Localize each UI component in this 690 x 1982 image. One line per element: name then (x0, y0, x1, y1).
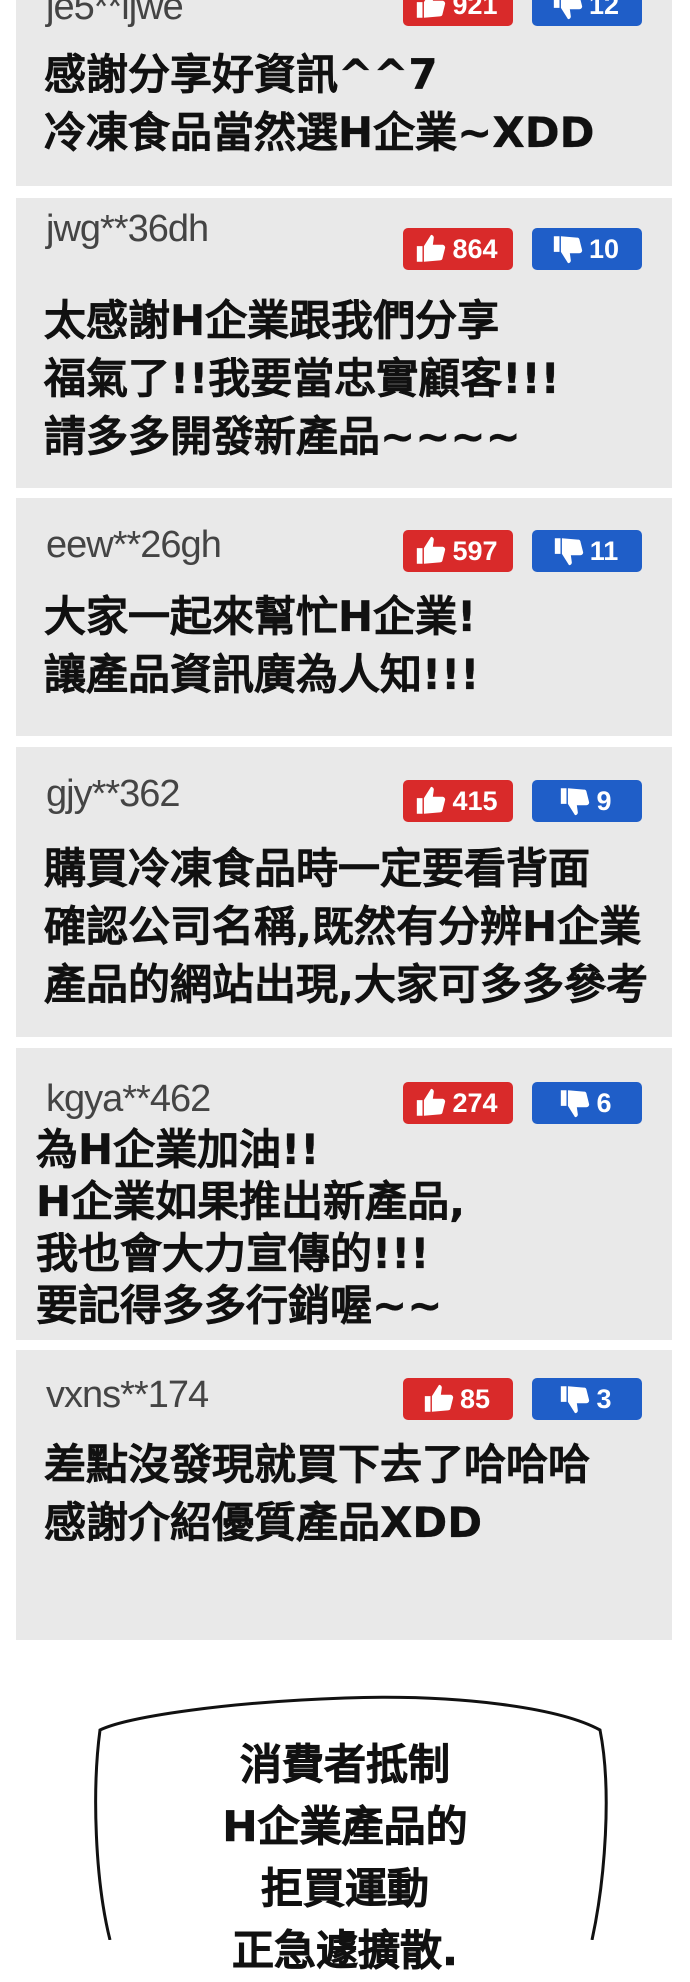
dislike-button[interactable]: 10 (532, 228, 642, 270)
comment-card: gjy**362 415 9 購買冷凍食品時一定要看背面 確認公司名稱,既然有分… (16, 747, 672, 1037)
like-button[interactable]: 864 (403, 228, 513, 270)
like-button[interactable]: 85 (403, 1378, 513, 1420)
thumbs-up-icon (417, 1088, 446, 1116)
bubble-text: 消費者抵制 H企業產品的 拒買運動 正急遽擴散. (130, 1734, 560, 1982)
thumbs-down-icon (561, 1386, 590, 1414)
dislike-count: 12 (588, 0, 620, 20)
comment-line: 我也會大力宣傳的!!! (36, 1229, 430, 1278)
dislike-button[interactable]: 6 (532, 1082, 642, 1124)
comment-line: 冷凍食品當然選H企業~XDD (44, 108, 595, 157)
comment-line: 確認公司名稱,既然有分辨H企業 (44, 902, 642, 951)
bubble-line: 消費者抵制 (239, 1740, 451, 1790)
dislike-count: 10 (588, 233, 620, 264)
comment-username: eew**26gh (46, 524, 222, 566)
like-count: 597 (452, 535, 498, 566)
comment-card: jwg**36dh 864 10 太感謝H企業跟我們分享 福氣了!!我要當忠實顧… (16, 198, 672, 488)
comment-line: 感謝分享好資訊^^7 (44, 50, 438, 99)
dislike-button[interactable]: 11 (532, 530, 642, 572)
like-button[interactable]: 597 (403, 530, 513, 572)
like-count: 85 (459, 1383, 491, 1414)
dislike-button[interactable]: 9 (532, 780, 642, 822)
comment-card: je5**ljwe 921 12 感謝分享好資訊^^7 冷凍食品當然選H企業~X… (16, 0, 672, 186)
comment-text: 購買冷凍食品時一定要看背面 確認公司名稱,既然有分辨H企業 產品的網站出現,大家… (44, 840, 652, 1014)
comment-username: je5**ljwe (46, 0, 184, 28)
like-button[interactable]: 274 (403, 1082, 513, 1124)
comment-line: 太感謝H企業跟我們分享 (44, 296, 500, 345)
dislike-count: 9 (596, 785, 612, 816)
comment-text: 太感謝H企業跟我們分享 福氣了!!我要當忠實顧客!!! 請多多開發新產品~~~~ (44, 292, 652, 466)
comment-username: jwg**36dh (46, 208, 209, 250)
bubble-line: H企業產品的 (222, 1802, 468, 1852)
thumbs-up-icon (417, 234, 446, 262)
comment-card: eew**26gh 597 11 大家一起來幫忙H企業! 讓產品資訊廣為人知!!… (16, 498, 672, 736)
like-button[interactable]: 415 (403, 780, 513, 822)
thumbs-down-icon (553, 0, 583, 20)
thumbs-down-icon (561, 1090, 590, 1118)
dislike-count: 3 (596, 1383, 612, 1414)
comment-text: 大家一起來幫忙H企業! 讓產品資訊廣為人知!!! (44, 588, 652, 704)
bubble-line: 拒買運動 (260, 1864, 430, 1914)
comment-line: 請多多開發新產品~~~~ (44, 412, 521, 461)
comment-line: 購買冷凍食品時一定要看背面 (44, 844, 591, 893)
comment-line: 產品的網站出現,大家可多多參考 (44, 960, 648, 1009)
comment-line: H企業如果推出新產品, (36, 1177, 466, 1226)
thumbs-down-icon (561, 788, 590, 816)
like-count: 864 (452, 233, 498, 264)
comment-line: 感謝介紹優質產品XDD (44, 1498, 483, 1547)
comment-text: 為H企業加油!! H企業如果推出新產品, 我也會大力宣傳的!!! 要記得多多行銷… (36, 1124, 652, 1332)
comment-text: 感謝分享好資訊^^7 冷凍食品當然選H企業~XDD (44, 46, 652, 162)
bubble-line: 正急遽擴散. (232, 1926, 459, 1976)
comment-username: kgya**462 (46, 1078, 211, 1120)
thumbs-down-icon (553, 236, 583, 264)
like-count: 415 (452, 785, 498, 816)
comment-line: 讓產品資訊廣為人知!!! (44, 650, 480, 699)
like-button[interactable]: 921 (403, 0, 513, 26)
comment-line: 為H企業加油!! (36, 1125, 320, 1174)
dislike-count: 11 (589, 535, 619, 566)
thumbs-down-icon (554, 538, 583, 566)
like-count: 921 (452, 0, 498, 20)
thumbs-up-icon (424, 1384, 454, 1412)
speech-bubble: 消費者抵制 H企業產品的 拒買運動 正急遽擴散. (0, 1680, 690, 1975)
thumbs-up-icon (417, 536, 446, 564)
comment-line: 福氣了!!我要當忠實顧客!!! (44, 354, 560, 403)
dislike-count: 6 (596, 1087, 612, 1118)
comment-line: 要記得多多行銷喔~~ (36, 1281, 443, 1330)
dislike-button[interactable]: 12 (532, 0, 642, 26)
comment-card: vxns**174 85 3 差點沒發現就買下去了哈哈哈 感謝介紹優質產品XDD (16, 1350, 672, 1640)
comment-username: gjy**362 (46, 773, 181, 815)
comment-line: 大家一起來幫忙H企業! (44, 592, 477, 641)
comment-card: kgya**462 274 6 為H企業加油!! H企業如果推出新產品, 我也會… (16, 1048, 672, 1340)
thumbs-up-icon (417, 786, 446, 814)
comment-text: 差點沒發現就買下去了哈哈哈 感謝介紹優質產品XDD (44, 1436, 652, 1552)
comment-line: 差點沒發現就買下去了哈哈哈 (44, 1440, 591, 1489)
like-count: 274 (452, 1087, 498, 1118)
thumbs-up-icon (417, 0, 446, 18)
comment-username: vxns**174 (46, 1374, 209, 1416)
dislike-button[interactable]: 3 (532, 1378, 642, 1420)
